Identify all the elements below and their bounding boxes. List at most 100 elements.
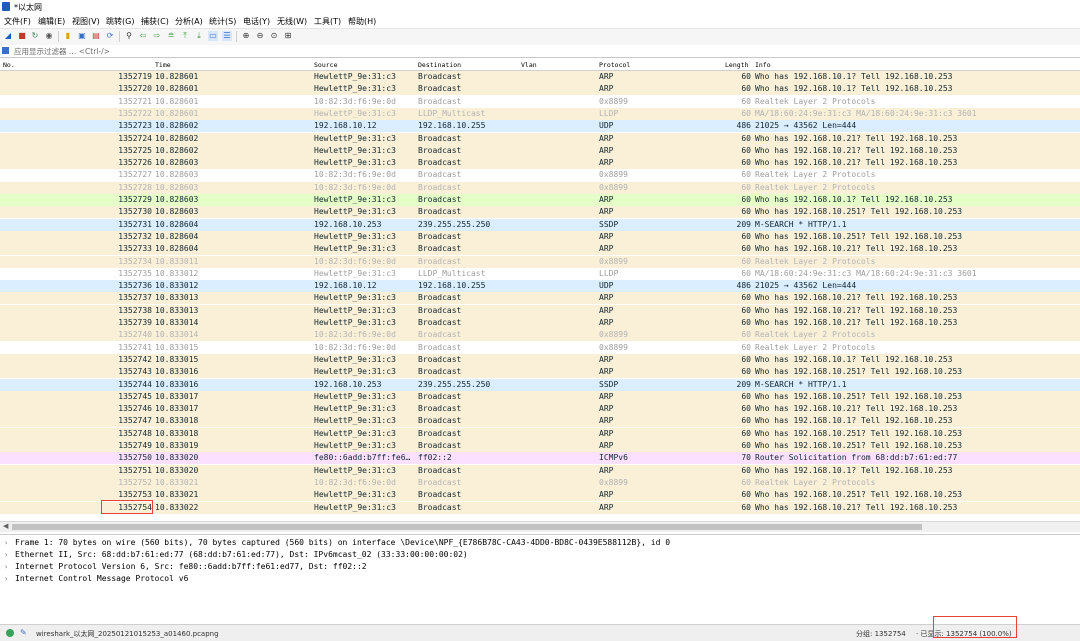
packet-no: 1352747	[118, 416, 152, 426]
start-capture-icon[interactable]: ◢	[3, 31, 13, 41]
column-source[interactable]: Source	[314, 61, 337, 69]
horizontal-scrollbar[interactable]: ◀	[0, 521, 1080, 532]
packet-length: 209	[736, 219, 751, 229]
expand-arrow-icon[interactable]: ›	[4, 573, 8, 585]
menu-telephony[interactable]: 电话(Y)	[243, 16, 270, 27]
menu-view[interactable]: 视图(V)	[72, 16, 100, 27]
packet-row[interactable]: 1352748 10.833018 HewlettP_9e:31:c3 Broadca…	[0, 427, 1080, 440]
capture-comment-icon[interactable]: ✎	[20, 629, 28, 637]
go-forward-icon[interactable]: ⇨	[152, 31, 162, 41]
find-packet-icon[interactable]: ⚲	[124, 31, 134, 41]
packet-row[interactable]: 1352739 10.833014 HewlettP_9e:31:c3 Broadca…	[0, 317, 1080, 329]
menu-wireless[interactable]: 无线(W)	[277, 16, 307, 27]
packet-row[interactable]: 1352743 10.833016 HewlettP_9e:31:c3 Broadca…	[0, 366, 1080, 379]
menu-analyze[interactable]: 分析(A)	[175, 16, 203, 27]
zoom-in-icon[interactable]: ⊕	[241, 31, 251, 41]
column-length[interactable]: Length	[725, 61, 748, 69]
packet-row[interactable]: 1352746 10.833017 HewlettP_9e:31:c3 Broadca…	[0, 403, 1080, 416]
menu-edit[interactable]: 编辑(E)	[38, 16, 65, 27]
menu-help[interactable]: 帮助(H)	[348, 16, 376, 27]
packet-row[interactable]: 1352745 10.833017 HewlettP_9e:31:c3 Broadca…	[0, 390, 1080, 403]
packet-row[interactable]: 1352725 10.828602 HewlettP_9e:31:c3 Broadca…	[0, 144, 1080, 157]
packet-row[interactable]: 1352729 10.828603 HewlettP_9e:31:c3 Broadca…	[0, 194, 1080, 206]
packet-row[interactable]: 1352740 10.833014 10:82:3d:f6:9e:0d Broadca…	[0, 329, 1080, 342]
column-time[interactable]: Time	[155, 61, 171, 69]
packet-row[interactable]: 1352726 10.828603 HewlettP_9e:31:c3 Broadca…	[0, 157, 1080, 170]
packet-row[interactable]: 1352737 10.833013 HewlettP_9e:31:c3 Broadca…	[0, 292, 1080, 305]
expand-arrow-icon[interactable]: ›	[4, 537, 8, 549]
packet-row[interactable]: 1352744 10.833016 192.168.10.253 239.255.25…	[0, 378, 1080, 391]
colorize-icon[interactable]: ☰	[222, 31, 232, 41]
expert-info-icon[interactable]	[6, 629, 14, 637]
packet-row[interactable]: 1352719 10.828601 HewlettP_9e:31:c3 Broadca…	[0, 71, 1080, 83]
column-no[interactable]: No.	[3, 61, 15, 69]
packet-row[interactable]: 1352754 10.833022 HewlettP_9e:31:c3 Broadca…	[0, 501, 1080, 514]
menu-file[interactable]: 文件(F)	[4, 16, 31, 27]
reload-file-icon[interactable]: ⟳	[105, 31, 115, 41]
expand-arrow-icon[interactable]: ›	[4, 549, 8, 561]
packet-row[interactable]: 1352730 10.828603 HewlettP_9e:31:c3 Broadca…	[0, 206, 1080, 219]
capture-options-icon[interactable]: ◉	[44, 31, 54, 41]
open-file-icon[interactable]: ▮	[63, 31, 73, 41]
expand-arrow-icon[interactable]: ›	[4, 561, 8, 573]
packet-row[interactable]: 1352751 10.833020 HewlettP_9e:31:c3 Broadca…	[0, 464, 1080, 477]
packet-row[interactable]: 1352733 10.828604 HewlettP_9e:31:c3 Broadca…	[0, 243, 1080, 256]
packet-row[interactable]: 1352722 10.828601 HewlettP_9e:31:c3 LLDP_Mu…	[0, 107, 1080, 120]
column-protocol[interactable]: Protocol	[599, 61, 630, 69]
close-file-icon[interactable]: ▤	[91, 31, 101, 41]
display-filter-input[interactable]: 应用显示过滤器 … <Ctrl-/>	[14, 46, 110, 57]
packet-row[interactable]: 1352741 10.833015 10:82:3d:f6:9e:0d Broadca…	[0, 341, 1080, 354]
normal-size-icon[interactable]: ⊙	[269, 31, 279, 41]
go-last-packet-icon[interactable]: ⤓	[194, 31, 204, 41]
save-file-icon[interactable]: ▣	[77, 31, 87, 41]
packet-row[interactable]: 1352738 10.833013 HewlettP_9e:31:c3 Broadca…	[0, 304, 1080, 317]
packet-destination: Broadcast	[418, 330, 462, 340]
packet-row[interactable]: 1352735 10.833012 HewlettP_9e:31:c3 LLDP_Mu…	[0, 267, 1080, 280]
packet-source: HewlettP_9e:31:c3	[314, 502, 396, 512]
packet-row[interactable]: 1352727 10.828603 10:82:3d:f6:9e:0d Broadca…	[0, 169, 1080, 182]
scroll-left-icon[interactable]: ◀	[3, 522, 8, 530]
packet-row[interactable]: 1352752 10.833021 10:82:3d:f6:9e:0d Broadca…	[0, 476, 1080, 489]
packet-row[interactable]: 1352720 10.828601 HewlettP_9e:31:c3 Broadca…	[0, 83, 1080, 96]
menu-capture[interactable]: 捕获(C)	[141, 16, 169, 27]
menu-go[interactable]: 跳转(G)	[106, 16, 134, 27]
packet-row[interactable]: 1352753 10.833021 HewlettP_9e:31:c3 Broadca…	[0, 489, 1080, 502]
menu-tools[interactable]: 工具(T)	[314, 16, 341, 27]
column-destination[interactable]: Destination	[418, 61, 461, 69]
scrollbar-thumb[interactable]	[12, 524, 922, 530]
packet-row[interactable]: 1352731 10.828604 192.168.10.253 239.255.25…	[0, 218, 1080, 231]
display-filter-bar[interactable]: 应用显示过滤器 … <Ctrl-/>	[0, 45, 1080, 58]
detail-row-icmpv6[interactable]: › Internet Control Message Protocol v6	[0, 573, 1080, 585]
packet-row[interactable]: 1352742 10.833015 HewlettP_9e:31:c3 Broadca…	[0, 353, 1080, 366]
auto-scroll-icon[interactable]: ▭	[208, 31, 218, 41]
packet-row[interactable]: 1352723 10.828602 192.168.10.12 192.168.10.…	[0, 120, 1080, 133]
resize-columns-icon[interactable]: ⊞	[283, 31, 293, 41]
packet-no: 1352735	[118, 268, 152, 278]
go-first-packet-icon[interactable]: ⤒	[180, 31, 190, 41]
packet-row[interactable]: 1352747 10.833018 HewlettP_9e:31:c3 Broadca…	[0, 415, 1080, 428]
packet-row[interactable]: 1352749 10.833019 HewlettP_9e:31:c3 Broadca…	[0, 440, 1080, 452]
packet-row[interactable]: 1352750 10.833020 fe80::6add:b7ff:fe6… ff02…	[0, 452, 1080, 465]
packet-time: 10.833018	[155, 416, 199, 426]
filter-bookmark-icon[interactable]	[2, 47, 9, 54]
restart-capture-icon[interactable]: ↻	[30, 31, 40, 41]
stop-capture-icon[interactable]: ■	[17, 31, 27, 41]
packet-row[interactable]: 1352721 10.828601 10:82:3d:f6:9e:0d Broadca…	[0, 95, 1080, 108]
detail-row-frame[interactable]: › Frame 1: 70 bytes on wire (560 bits), …	[0, 537, 1080, 549]
packet-row[interactable]: 1352734 10.833011 10:82:3d:f6:9e:0d Broadca…	[0, 255, 1080, 268]
detail-row-ipv6[interactable]: › Internet Protocol Version 6, Src: fe80…	[0, 561, 1080, 573]
detail-row-ethernet[interactable]: › Ethernet II, Src: 68:dd:b7:61:ed:77 (6…	[0, 549, 1080, 561]
go-to-packet-icon[interactable]: ≘	[166, 31, 176, 41]
packet-source: HewlettP_9e:31:c3	[314, 145, 396, 155]
packet-protocol: UDP	[599, 281, 614, 291]
packet-row[interactable]: 1352732 10.828604 HewlettP_9e:31:c3 Broadca…	[0, 230, 1080, 243]
column-info[interactable]: Info	[755, 61, 771, 69]
packet-row[interactable]: 1352736 10.833012 192.168.10.12 192.168.10.…	[0, 280, 1080, 293]
go-back-icon[interactable]: ⇦	[138, 31, 148, 41]
menu-statistics[interactable]: 统计(S)	[209, 16, 236, 27]
column-vlan[interactable]: Vlan	[521, 61, 537, 69]
packet-length: 60	[741, 330, 751, 340]
packet-row[interactable]: 1352728 10.828603 10:82:3d:f6:9e:0d Broadca…	[0, 181, 1080, 194]
packet-row[interactable]: 1352724 10.828602 HewlettP_9e:31:c3 Broadca…	[0, 132, 1080, 145]
zoom-out-icon[interactable]: ⊖	[255, 31, 265, 41]
